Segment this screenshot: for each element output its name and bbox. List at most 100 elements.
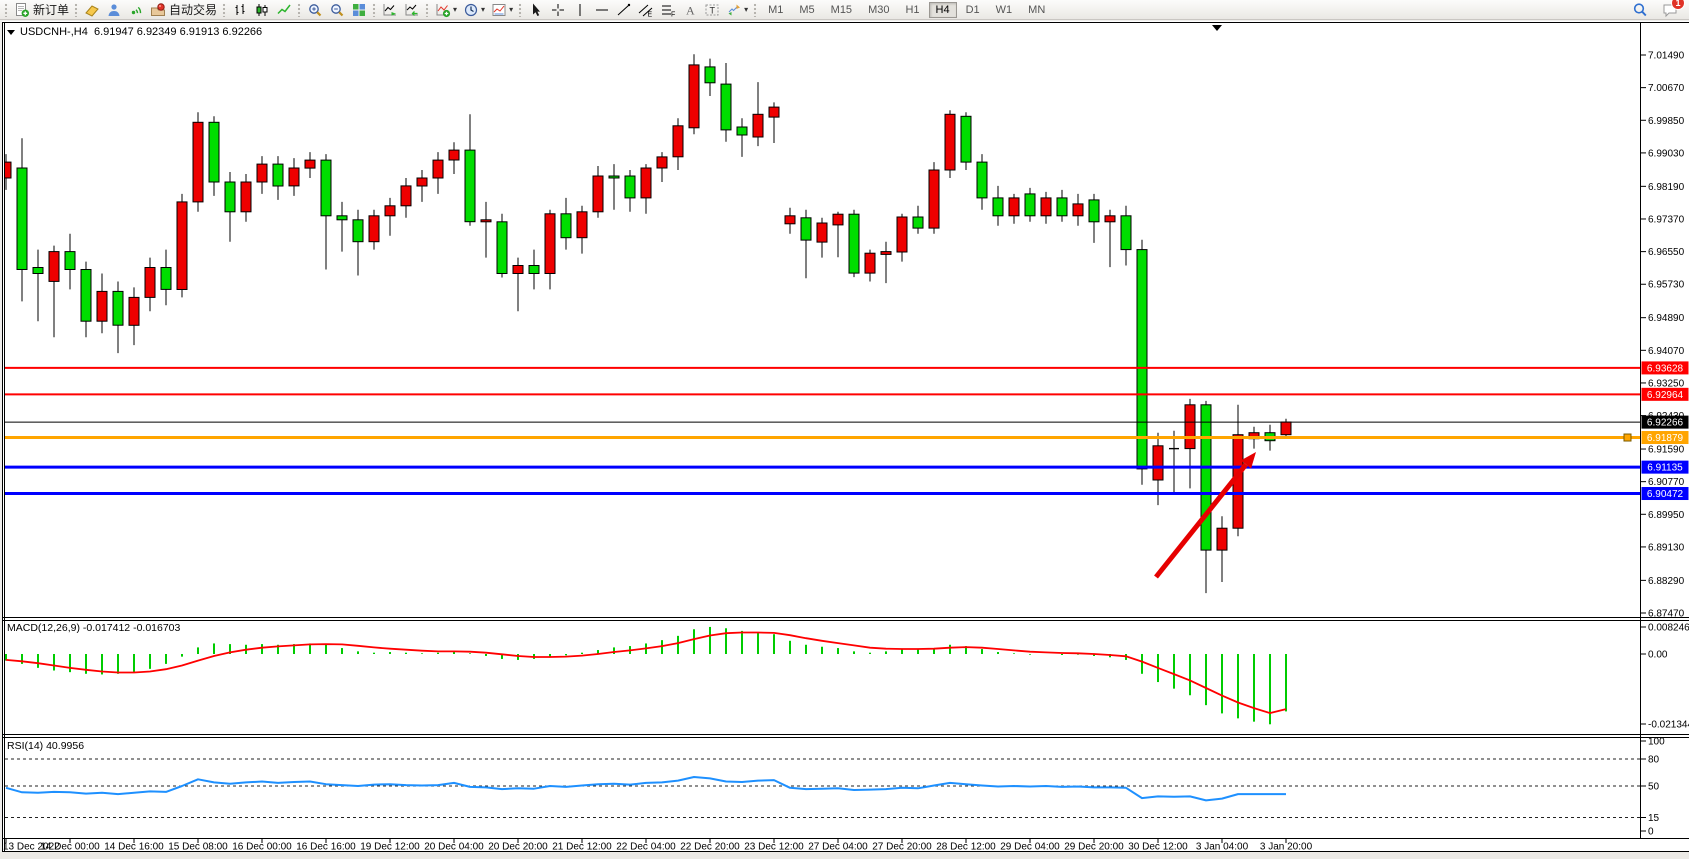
auto-trading-label: 自动交易 [169,1,217,18]
trendline-button[interactable] [613,1,635,19]
auto-scroll-button[interactable] [379,1,401,19]
text-a-icon: A [682,2,698,18]
indicators-button[interactable]: ▾ [432,1,460,19]
auto-trading-button[interactable]: 自动交易 [147,1,220,19]
bar-chart-button[interactable] [229,1,251,19]
candle-body [865,253,875,273]
timeframe-D1[interactable]: D1 [959,2,987,18]
chat-icon: 1 [1662,2,1678,18]
monitor-user-icon [106,2,122,18]
periods-button[interactable]: ▾ [460,1,488,19]
timeframe-M30[interactable]: M30 [861,2,896,18]
candle-body [1073,204,1083,216]
line-handle[interactable] [1624,434,1631,441]
cursor-button[interactable] [525,1,547,19]
candle-body [593,176,603,212]
timeframe-M1[interactable]: M1 [761,2,790,18]
chevron-down-icon[interactable]: ▾ [453,6,457,14]
candle-body [465,150,475,222]
cylinder-icon [84,2,100,18]
chevron-down-icon[interactable]: ▾ [744,6,748,14]
rsi-axis-label: 50 [1648,782,1660,793]
timeframe-MN[interactable]: MN [1021,2,1052,18]
toolbar-grip[interactable] [753,3,758,17]
market-watch-button[interactable] [103,1,125,19]
candle-body [1185,405,1195,449]
price-badge-label: 6.93628 [1647,363,1684,374]
candle-body [1153,446,1163,480]
candle-body [545,214,555,274]
text-label-button[interactable]: T [701,1,723,19]
toolbar-grip[interactable] [74,3,79,17]
notification-badge: 1 [1672,0,1684,9]
toolbar-grip[interactable] [372,3,377,17]
candle-body [321,160,331,216]
candle-body [65,252,75,270]
price-axis-label: 6.87470 [1648,608,1685,619]
signals-button[interactable] [125,1,147,19]
auto-trading-icon [150,2,166,18]
toolbar-grip[interactable] [518,3,523,17]
candle-body [897,217,907,252]
rsi-axis-label: 100 [1648,737,1665,748]
indicators-icon [435,2,451,18]
chevron-down-icon[interactable]: ▾ [509,6,513,14]
toolbar-grip[interactable] [425,3,430,17]
tile-windows-button[interactable] [348,1,370,19]
fibonacci-button[interactable]: F [657,1,679,19]
chart-profile-button[interactable] [81,1,103,19]
time-axis-label: 3 Jan 04:00 [1196,842,1249,853]
candle-body [145,268,155,298]
timeframe-M5[interactable]: M5 [792,2,821,18]
macd-axis-label: -0.021344 [1648,720,1689,731]
price-axis-label: 6.88290 [1648,576,1685,587]
price-badge-label: 6.91135 [1647,463,1683,474]
toolbar-grip[interactable] [297,3,302,17]
time-axis-label: 19 Dec 12:00 [360,842,420,853]
timeframe-W1[interactable]: W1 [989,2,1020,18]
time-axis-label: 14 Dec 00:00 [40,842,100,853]
candle-body [225,182,235,212]
line-chart-button[interactable] [273,1,295,19]
new-order-button[interactable]: 新订单 [11,1,72,19]
candle-body [97,291,107,321]
chart-shift-button[interactable] [401,1,423,19]
candle-body [289,168,299,186]
notifications-button[interactable]: 1 [1659,1,1681,19]
candle-body [401,186,411,206]
templates-button[interactable]: ▾ [488,1,516,19]
candlestick-chart-button[interactable] [251,1,273,19]
toolbar: 新订单 自动交易 ▾ ▾ ▾ EFAT ▾ M1M5M15M30H1H4D1W1MN 1 [0,0,1689,20]
chart-dropdown-icon[interactable] [7,30,15,35]
chart-canvas: 7.014907.006706.998506.990306.981906.973… [0,0,1689,859]
horizontal-line-button[interactable] [591,1,613,19]
text-button[interactable]: A [679,1,701,19]
toolbar-grip[interactable] [4,3,9,17]
channel-icon: E [638,2,654,18]
auto-scroll-icon [382,2,398,18]
timeframe-H4[interactable]: H4 [929,2,957,18]
search-button[interactable] [1629,1,1651,19]
zoom-out-button[interactable] [326,1,348,19]
new-order-icon [14,2,30,18]
vertical-line-button[interactable] [569,1,591,19]
timeframe-H1[interactable]: H1 [898,2,926,18]
candle-body [1009,198,1019,216]
time-axis-label: 22 Dec 20:00 [680,842,740,853]
equidistant-channel-button[interactable]: E [635,1,657,19]
clock-icon [463,2,479,18]
candle-body [241,182,251,212]
arrows-button[interactable]: ▾ [723,1,751,19]
candle-body [513,266,523,274]
toolbar-grip[interactable] [222,3,227,17]
mt4-window: 新订单 自动交易 ▾ ▾ ▾ EFAT ▾ M1M5M15M30H1H4D1W1MN 1 7.0… [0,0,1689,859]
timeframe-M15[interactable]: M15 [824,2,859,18]
line-chart-icon [276,2,292,18]
tile-windows-icon [351,2,367,18]
chevron-down-icon[interactable]: ▾ [481,6,485,14]
price-axis-label: 6.95730 [1648,280,1685,291]
crosshair-button[interactable] [547,1,569,19]
time-axis-label: 23 Dec 12:00 [744,842,804,853]
zoom-in-button[interactable] [304,1,326,19]
price-axis-label: 6.94890 [1648,313,1685,324]
